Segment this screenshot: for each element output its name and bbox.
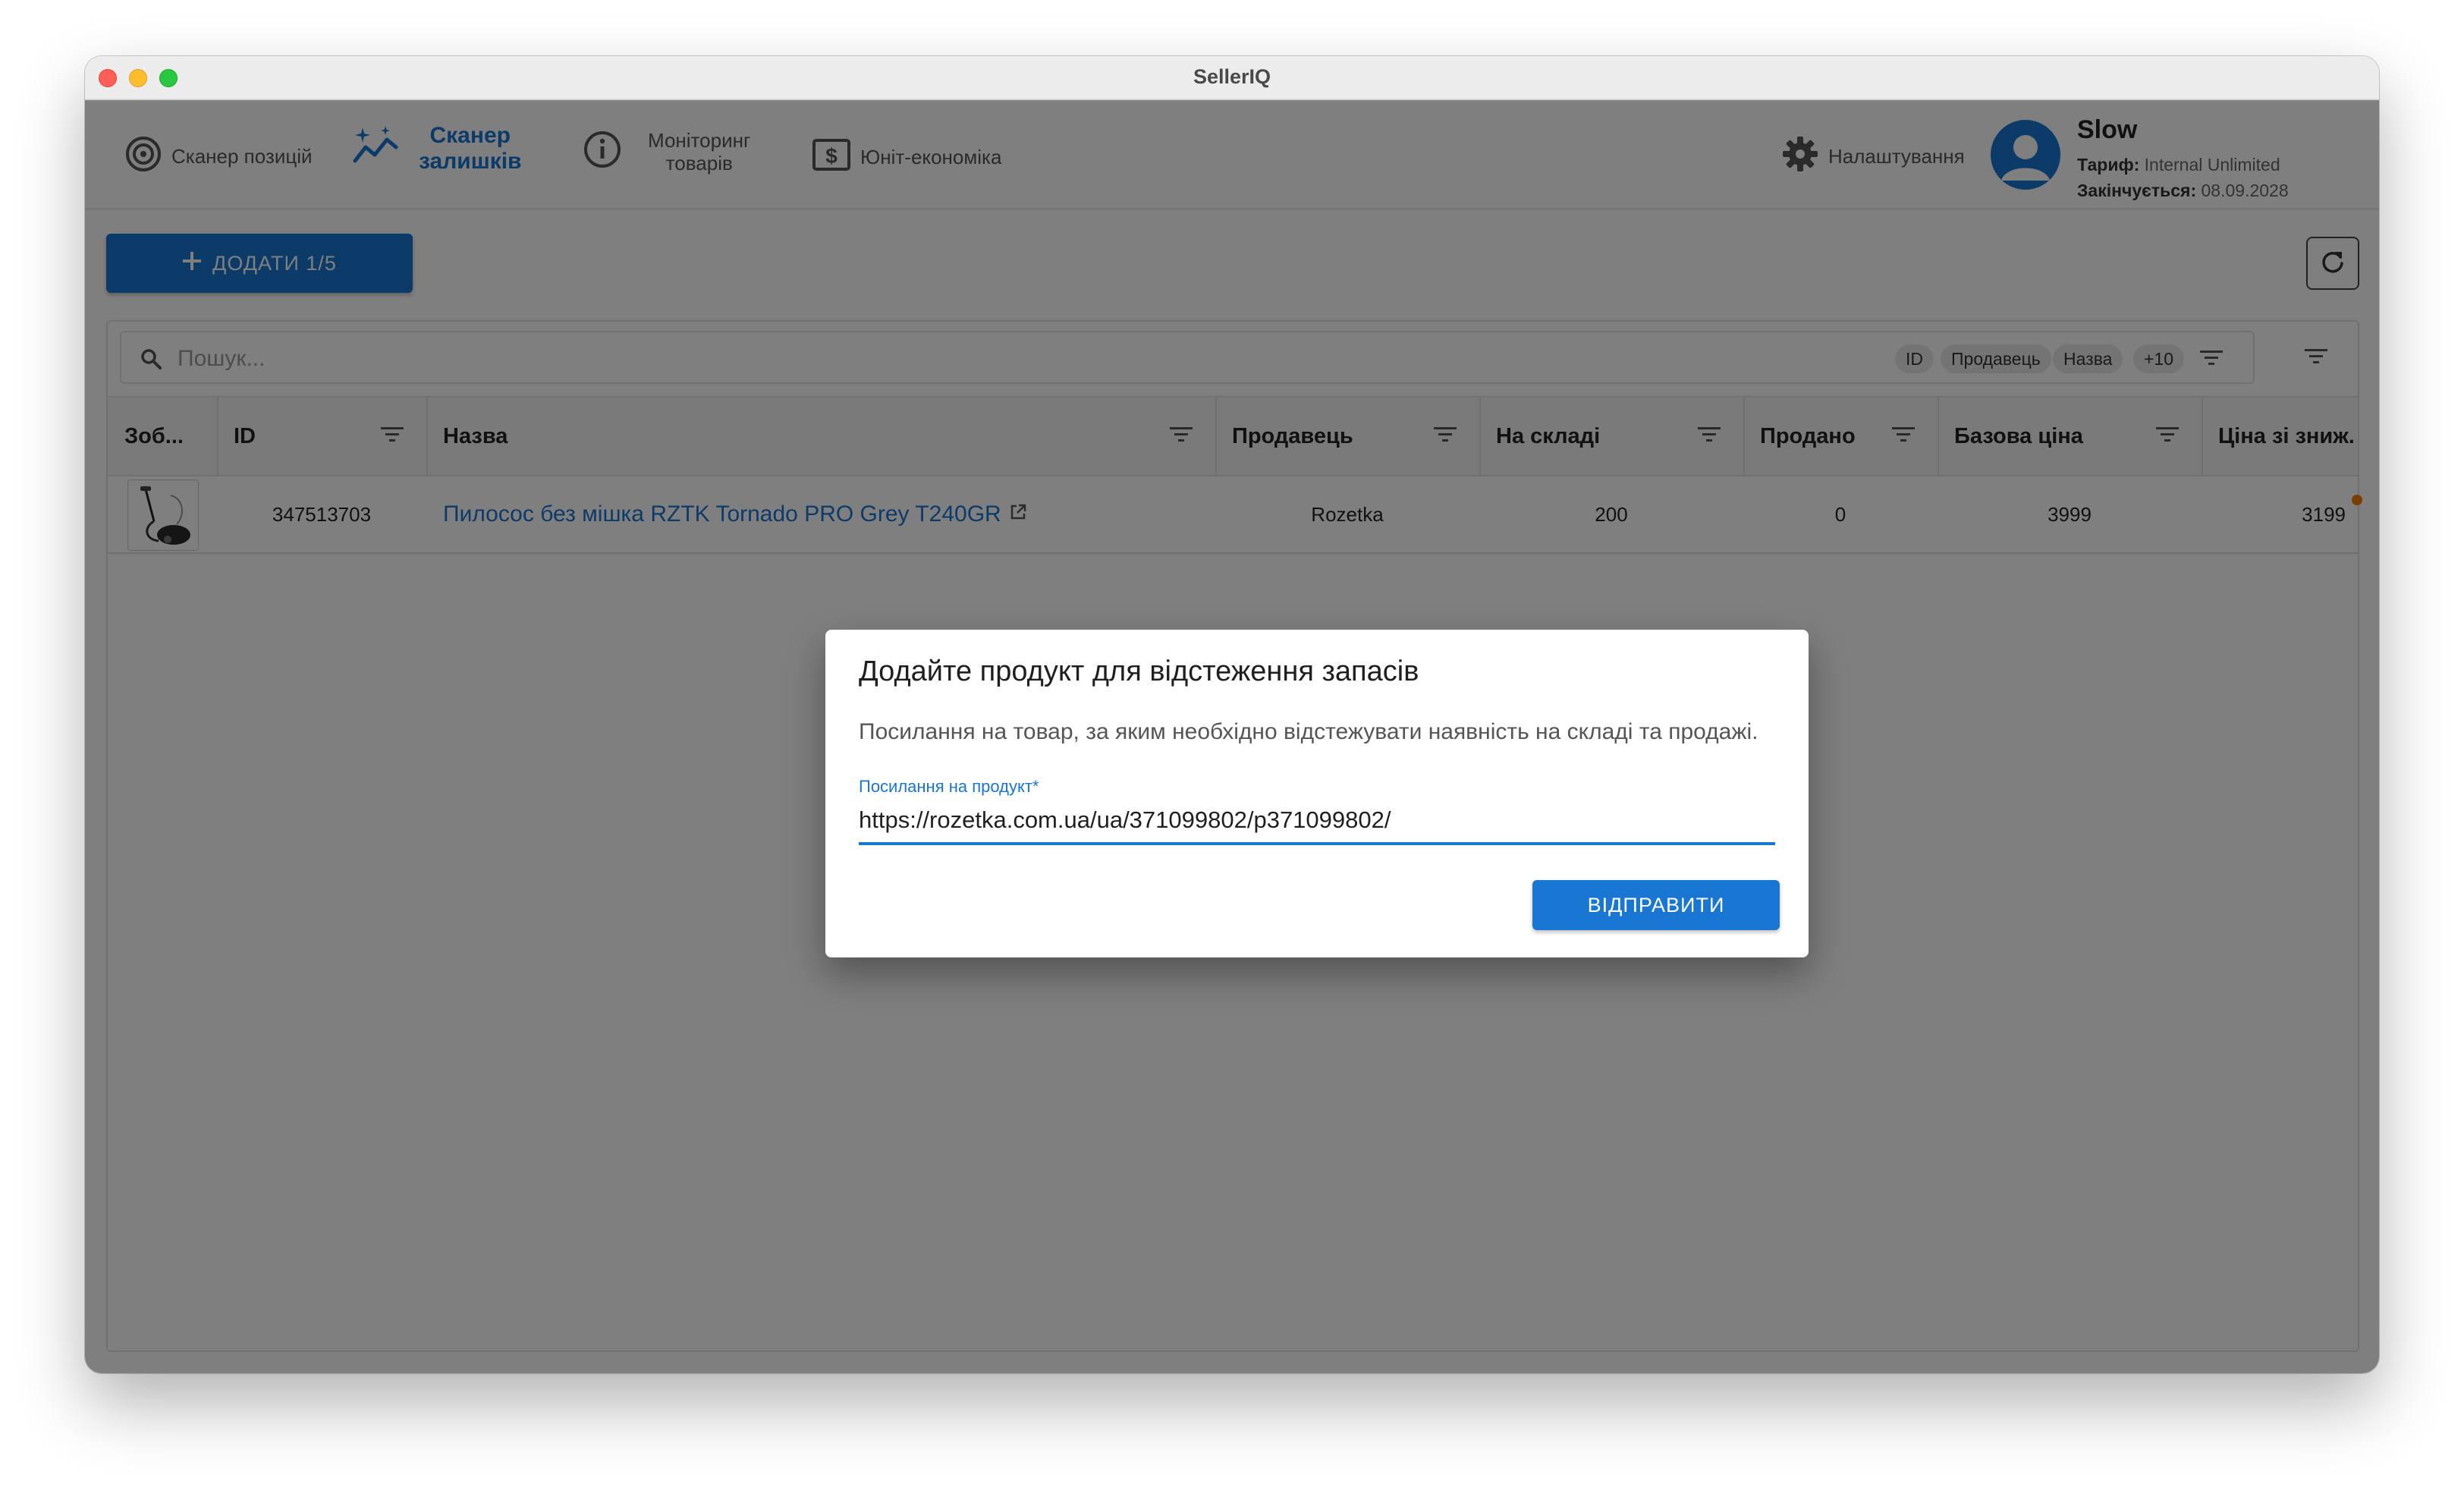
field-underline — [859, 842, 1775, 845]
dialog-title: Додайте продукт для відстеження запасів — [859, 655, 1419, 687]
product-url-field[interactable] — [859, 801, 1775, 839]
add-product-dialog: Додайте продукт для відстеження запасів … — [825, 630, 1809, 957]
app-window: SellerIQ Сканер позицій Сканер залишків — [85, 56, 2379, 1373]
window-title: SellerIQ — [1193, 65, 1271, 88]
product-url-label: Посилання на продукт* — [859, 777, 1039, 796]
title-bar: SellerIQ — [85, 56, 2379, 100]
dialog-description: Посилання на товар, за яким необхідно ві… — [859, 719, 1758, 744]
submit-button[interactable]: ВІДПРАВИТИ — [1532, 880, 1780, 930]
